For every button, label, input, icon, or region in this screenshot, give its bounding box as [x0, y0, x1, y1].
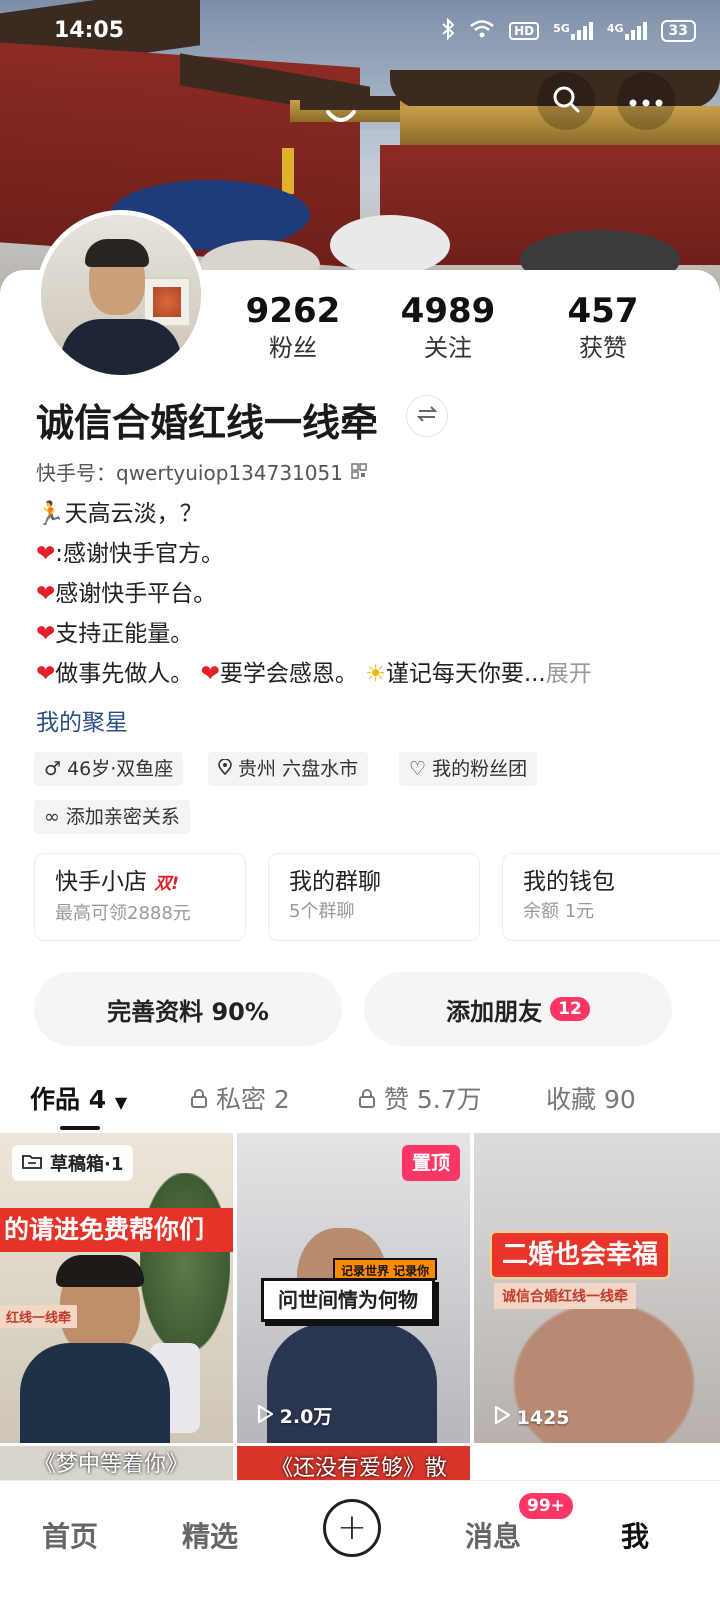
tag-age-zodiac[interactable]: ♂ 46岁·双鱼座: [34, 752, 184, 786]
nav-home[interactable]: 首页: [42, 1515, 98, 1555]
lock-icon: [358, 1085, 384, 1114]
nav-messages[interactable]: 消息: [465, 1515, 521, 1555]
status-bar: 14:05 HD 5G 4G 33: [0, 0, 720, 64]
fan-group-heart-icon: ♡: [409, 758, 427, 780]
view-count: 2.0万: [257, 1402, 332, 1429]
double-eleven-badge: 双!: [154, 874, 180, 894]
switch-account-button[interactable]: [406, 395, 448, 437]
video-title-box: 问世间情为何物: [261, 1278, 435, 1322]
link-icon: ∞: [44, 806, 60, 828]
create-post-button[interactable]: +: [323, 1499, 381, 1557]
pinned-badge: 置顶: [402, 1145, 461, 1181]
male-icon: ♂: [44, 758, 62, 780]
wifi-icon: [469, 19, 495, 43]
tab-works[interactable]: 作品 4 ▼: [30, 1080, 127, 1116]
heart-icon: ❤: [36, 621, 56, 647]
card-kuaishou-shop[interactable]: 快手小店 双! 最高可领2888元: [34, 853, 246, 941]
card-my-wallet[interactable]: 我的钱包 余额 1元: [502, 853, 720, 941]
bottom-navigation: 首页 精选 + 消息 99+ 我: [0, 1480, 720, 1600]
nav-me[interactable]: 我: [621, 1515, 649, 1555]
tag-fan-group[interactable]: ♡ 我的粉丝团: [399, 752, 538, 786]
stat-following-label: 关注: [424, 334, 472, 362]
video-caption: 《还没有爱够》散: [271, 1456, 448, 1481]
bio-line: ❤:感谢快手官方。: [36, 538, 224, 570]
tab-active-indicator: [60, 1126, 100, 1130]
drafts-badge[interactable]: 草稿箱·1: [12, 1145, 134, 1181]
bluetooth-icon: [441, 17, 455, 44]
bio-line: ❤感谢快手平台。: [36, 578, 216, 610]
stat-following-value: 4989: [400, 291, 496, 331]
stat-fans-label: 粉丝: [269, 334, 317, 362]
battery-icon: 33: [660, 20, 696, 42]
search-button[interactable]: [537, 72, 595, 130]
video-thumbnail[interactable]: 置顶 记录世界 记录你 问世间情为何物 2.0万: [237, 1133, 470, 1443]
heart-icon: ❤: [36, 581, 56, 607]
plus-icon: +: [336, 1507, 368, 1548]
sun-icon: ☀: [365, 661, 386, 687]
swap-arrows-icon: [416, 404, 438, 428]
user-id[interactable]: 快手号：qwertyuiop134731051: [36, 457, 367, 486]
video-tag-label: 记录世界 记录你: [333, 1258, 438, 1280]
tab-liked[interactable]: 赞 5.7万: [358, 1080, 482, 1116]
hd-icon: HD: [509, 22, 540, 40]
qr-code-icon[interactable]: [351, 460, 367, 484]
video-sublabel: 诚信合婚红线一线牵: [494, 1283, 636, 1309]
heart-icon: ❤: [200, 661, 220, 687]
video-sublabel: 红线一线牵: [0, 1305, 78, 1328]
video-banner-text: 二婚也会幸福: [490, 1231, 671, 1279]
location-pin-icon: [218, 758, 238, 780]
stat-fans-value: 9262: [245, 291, 341, 331]
play-icon: [494, 1405, 517, 1429]
stat-likes[interactable]: 457 获赞: [528, 290, 678, 364]
add-friend-badge: 12: [550, 997, 590, 1021]
complete-profile-button[interactable]: 完善资料 90%: [34, 972, 342, 1046]
signal-4g-icon: 4G: [607, 22, 647, 40]
signal-5g-icon: 5G: [553, 22, 593, 40]
tab-private[interactable]: 私密 2: [190, 1080, 290, 1116]
status-time: 14:05: [54, 18, 125, 43]
avatar[interactable]: [36, 210, 206, 380]
stat-fans[interactable]: 9262 粉丝: [218, 290, 368, 364]
expand-bio-button[interactable]: 展开: [546, 661, 592, 687]
card-my-group-chats[interactable]: 我的群聊 5个群聊: [268, 853, 480, 941]
more-dots-icon: [629, 92, 663, 111]
bio-line: ❤做事先做人。 ❤要学会感恩。 ☀谨记每天你要...展开: [36, 658, 592, 690]
heart-icon: ❤: [36, 661, 56, 687]
nav-featured[interactable]: 精选: [182, 1515, 238, 1555]
video-thumbnail[interactable]: 二婚也会幸福 诚信合婚红线一线牵 1425: [474, 1133, 720, 1443]
runner-emoji-icon: 🏃: [36, 501, 65, 527]
tag-location[interactable]: 贵州 六盘水市: [208, 752, 369, 786]
bio-line: 🏃天高云淡，？: [36, 501, 203, 527]
folder-icon: [22, 1153, 42, 1174]
lock-icon: [190, 1085, 216, 1114]
add-friend-button[interactable]: 添加朋友 12: [364, 972, 672, 1046]
video-thumbnail[interactable]: 的请进免费帮你们 红线一线牵 草稿箱·1: [0, 1133, 233, 1443]
chevron-down-icon[interactable]: [325, 108, 357, 130]
play-icon: [257, 1404, 280, 1428]
heart-icon: ❤: [36, 541, 56, 567]
stat-likes-label: 获赞: [579, 334, 627, 362]
profile-nickname: 诚信合婚红线一线牵: [36, 401, 379, 445]
more-button[interactable]: [617, 72, 675, 130]
user-id-text: 快手号：qwertyuiop134731051: [36, 461, 343, 485]
my-star-link[interactable]: 我的聚星: [36, 703, 128, 737]
tag-add-relationship[interactable]: ∞ 添加亲密关系: [34, 800, 190, 834]
bio-line: ❤支持正能量。: [36, 618, 193, 650]
tab-favorites[interactable]: 收藏 90: [546, 1080, 636, 1116]
messages-badge: 99+: [517, 1491, 575, 1521]
view-count: 1425: [494, 1405, 570, 1429]
stat-following[interactable]: 4989 关注: [373, 290, 523, 364]
stat-likes-value: 457: [567, 291, 639, 331]
video-caption: 《梦中等着你》: [34, 1452, 189, 1477]
caret-down-icon: ▼: [114, 1093, 128, 1112]
search-icon: [551, 84, 581, 118]
video-banner-text: 的请进免费帮你们: [0, 1208, 233, 1252]
